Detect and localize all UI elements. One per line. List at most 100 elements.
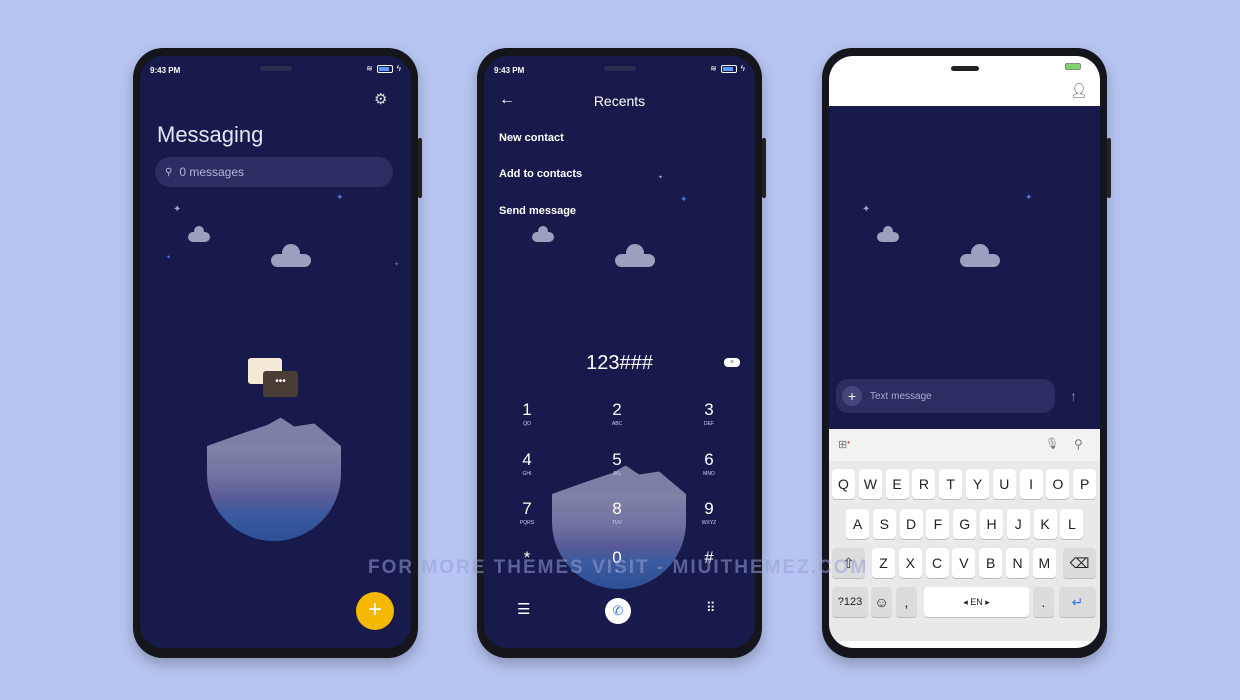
key-u[interactable]: U: [992, 469, 1016, 499]
menu-add-to-contacts[interactable]: Add to contacts: [499, 168, 582, 180]
search-icon[interactable]: ⚲: [1074, 437, 1083, 451]
keyboard: ⊞• 🎙︎ ⚲ Q W E R T Y U I O P A S D F G H J K L Z X C V B N M ⇧ ⌫ ?123…: [829, 429, 1100, 641]
notch: [604, 66, 636, 71]
dial-letters: MNO: [703, 471, 715, 477]
attach-plus-icon[interactable]: +: [842, 386, 862, 406]
page-title: Recents: [593, 93, 646, 109]
key-n[interactable]: N: [1006, 548, 1029, 578]
status-icons: ≋ ϟ: [366, 64, 401, 73]
dial-digit: 2: [612, 400, 622, 419]
key-b[interactable]: B: [979, 548, 1003, 578]
battery-icon: [1065, 63, 1081, 70]
dial-key-1[interactable]: 1 QO: [507, 400, 547, 427]
menu-icon[interactable]: ☰: [517, 600, 530, 618]
emoji-key[interactable]: ☺: [871, 587, 892, 617]
key-x[interactable]: X: [898, 548, 922, 578]
dial-key-2[interactable]: 2 ABC: [597, 400, 637, 427]
cloud-icon: [188, 226, 210, 242]
key-g[interactable]: G: [953, 509, 977, 539]
key-d[interactable]: D: [899, 509, 923, 539]
dial-letters: ABC: [611, 421, 623, 427]
enter-key[interactable]: ↵: [1059, 587, 1096, 617]
dialpad-toggle-icon[interactable]: ⠿: [706, 600, 716, 616]
dial-digit: 7: [522, 499, 532, 518]
microphone-icon[interactable]: 🎙︎: [1045, 437, 1059, 450]
dial-digit: 6: [704, 450, 714, 469]
apps-grid-icon[interactable]: ⊞•: [838, 438, 850, 451]
key-i[interactable]: I: [1019, 469, 1043, 499]
new-message-fab[interactable]: +: [356, 592, 394, 630]
settings-gear-icon[interactable]: ⚙: [374, 90, 387, 108]
call-button[interactable]: ✆: [605, 598, 631, 624]
star-icon: ✦: [658, 175, 664, 181]
key-h[interactable]: H: [980, 509, 1003, 539]
key-e[interactable]: E: [885, 469, 909, 499]
star-icon: ✦: [336, 192, 344, 202]
key-k[interactable]: K: [1033, 509, 1057, 539]
star-icon: ✦: [173, 204, 182, 215]
key-s[interactable]: S: [872, 509, 896, 539]
landscape-illustration: [207, 416, 341, 541]
keyboard-toolbar: [829, 429, 1100, 461]
key-f[interactable]: F: [926, 509, 950, 539]
space-key[interactable]: ◂ EN ▸: [924, 587, 1029, 617]
dial-digit: 8: [612, 499, 622, 518]
dial-letters: QO: [523, 421, 531, 427]
dial-key-5[interactable]: 5 JKL: [597, 450, 637, 477]
nav-bar: [829, 641, 1100, 648]
star-icon: ✦: [394, 262, 400, 268]
dialed-number: 123###: [586, 352, 653, 374]
compose-screen: 👤︎ ✦ ✦ + Text message ↑ ⊞• 🎙︎ ⚲ QWERTYUI…: [829, 56, 1100, 648]
send-arrow-icon[interactable]: ↑: [1070, 388, 1077, 404]
key-t[interactable]: T: [939, 469, 963, 499]
backspace-icon[interactable]: ×: [724, 358, 740, 367]
cloud-icon: [877, 226, 899, 242]
dial-digit: 1: [522, 400, 532, 419]
key-y[interactable]: Y: [966, 469, 989, 499]
phone-icon: ✆: [612, 603, 624, 618]
key-q[interactable]: Q: [832, 469, 855, 499]
search-input[interactable]: ⚲ 0 messages: [155, 157, 393, 187]
dial-letters: GHI: [522, 471, 532, 477]
key-v[interactable]: V: [952, 548, 976, 578]
dial-key-8[interactable]: 8 TUV: [597, 499, 637, 526]
key-c[interactable]: C: [925, 548, 949, 578]
star-icon: ✦: [862, 204, 871, 215]
cloud-icon: [532, 226, 554, 242]
status-time: 9:43 PM: [150, 66, 181, 75]
battery-icon: [720, 64, 737, 73]
comma-key[interactable]: ,: [896, 587, 917, 617]
key-l[interactable]: L: [1060, 509, 1084, 539]
page-title: Messaging: [157, 122, 264, 147]
charging-icon: ϟ: [740, 64, 745, 73]
key-w[interactable]: W: [858, 469, 882, 499]
dial-key-9[interactable]: 9 WXYZ: [689, 499, 729, 526]
key-o[interactable]: O: [1046, 469, 1070, 499]
charging-icon: ϟ: [396, 64, 401, 73]
cloud-icon: [271, 244, 311, 267]
plus-icon: +: [367, 596, 382, 623]
key-a[interactable]: A: [846, 509, 869, 539]
header-bar: [829, 56, 1100, 106]
contact-person-icon[interactable]: 👤︎: [1070, 82, 1088, 99]
dial-key-7[interactable]: 7 PQRS: [507, 499, 547, 526]
key-r[interactable]: R: [912, 469, 936, 499]
key-m[interactable]: M: [1032, 548, 1056, 578]
period-key[interactable]: .: [1033, 587, 1054, 617]
key-j[interactable]: J: [1006, 509, 1030, 539]
dial-key-6[interactable]: 6 MNO: [689, 450, 729, 477]
dial-digit: 9: [704, 499, 714, 518]
symbols-key[interactable]: ?123: [832, 587, 868, 617]
menu-new-contact[interactable]: New contact: [499, 132, 564, 144]
key-p[interactable]: P: [1073, 469, 1097, 499]
dial-letters: JKL: [612, 471, 622, 477]
dial-key-4[interactable]: 4 GHI: [507, 450, 547, 477]
key-z[interactable]: Z: [872, 548, 895, 578]
dial-key-3[interactable]: 3 DEF: [689, 400, 729, 427]
search-icon: ⚲: [165, 166, 173, 178]
menu-send-message[interactable]: Send message: [499, 205, 576, 217]
dial-digit: 4: [522, 450, 532, 469]
cloud-icon: [615, 244, 655, 267]
backspace-key[interactable]: ⌫: [1063, 548, 1096, 578]
message-input[interactable]: + Text message: [836, 379, 1055, 413]
